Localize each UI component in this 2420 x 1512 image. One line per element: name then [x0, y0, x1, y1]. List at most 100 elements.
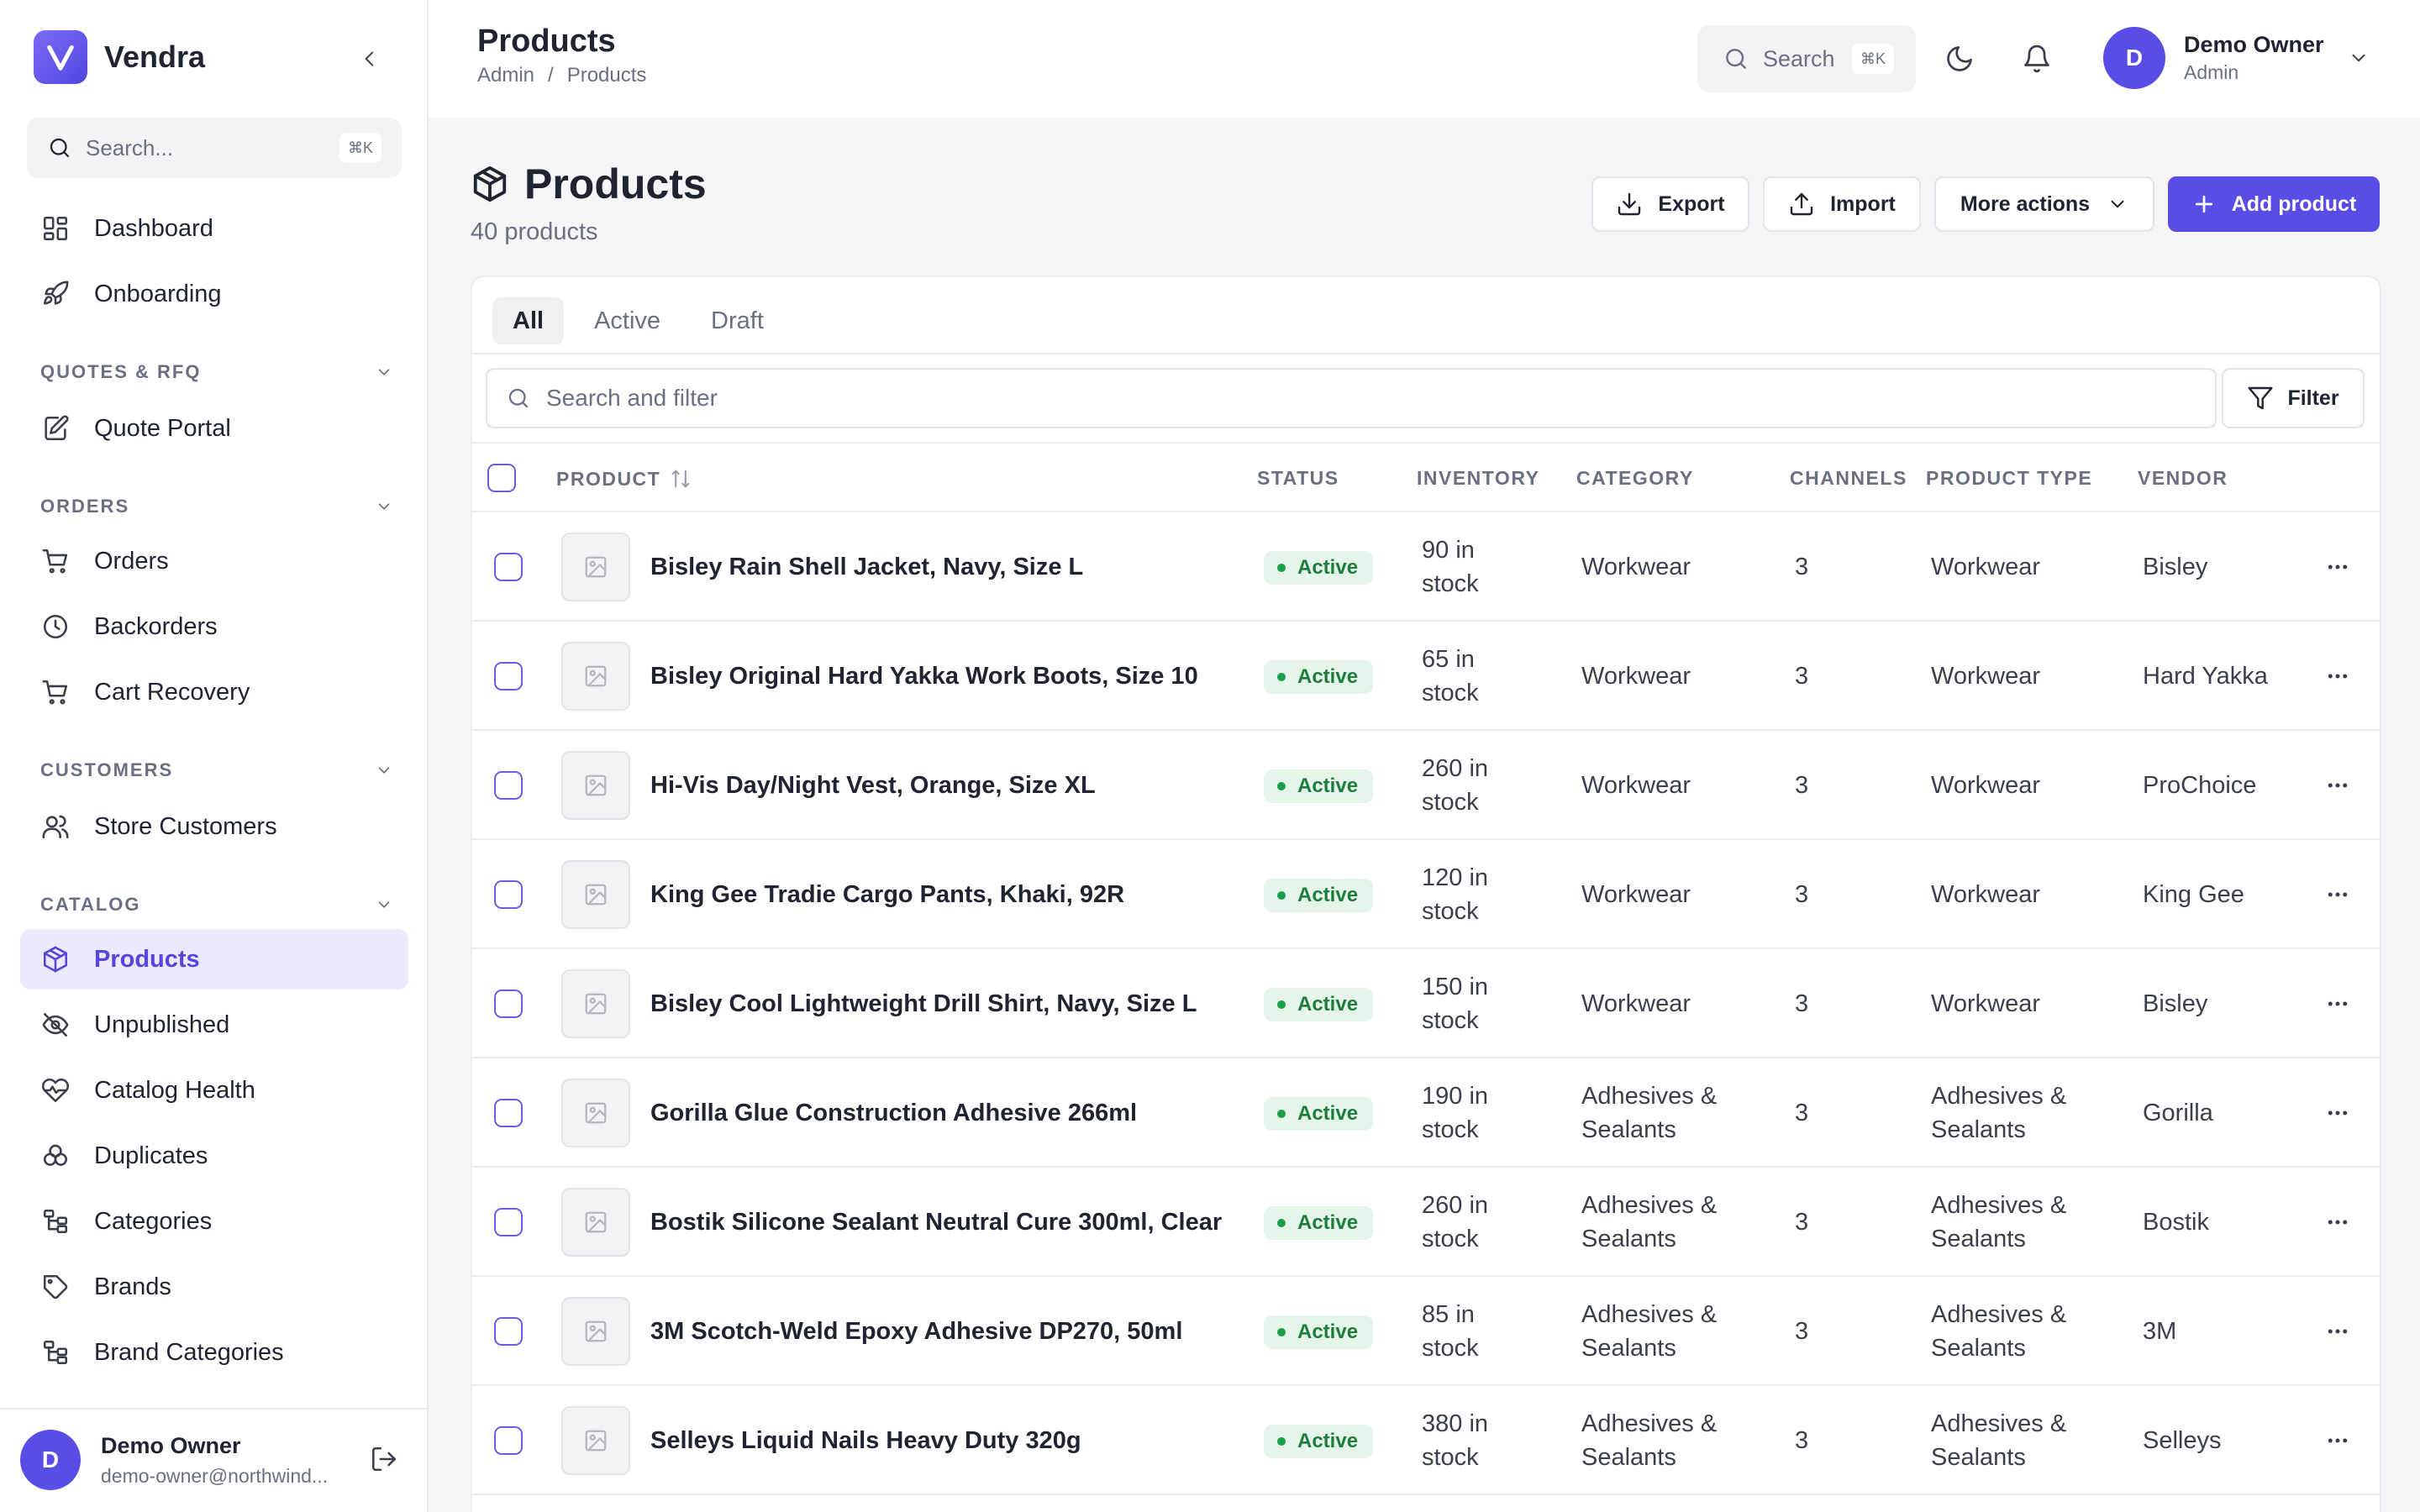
- package-icon: [40, 944, 71, 974]
- tab-draft[interactable]: Draft: [691, 297, 784, 344]
- quote-icon: [40, 413, 71, 444]
- row-checkbox[interactable]: [494, 1426, 523, 1455]
- row-more-actions-icon[interactable]: [2321, 659, 2354, 693]
- row-checkbox[interactable]: [494, 880, 523, 909]
- sidebar-item-store-customers[interactable]: Store Customers: [20, 796, 408, 857]
- sidebar-item-brand-categories[interactable]: Brand Categories: [20, 1322, 408, 1383]
- product-thumbnail: [561, 1406, 630, 1475]
- product-name[interactable]: Selleys Liquid Nails Heavy Duty 320g: [650, 1386, 1081, 1495]
- category-cell: Workwear: [1581, 990, 1691, 1017]
- row-more-actions-icon[interactable]: [2321, 769, 2354, 802]
- table-row[interactable]: Bisley Rain Shell Jacket, Navy, Size L A…: [472, 512, 2380, 622]
- table-row[interactable]: 3M Scotch-Weld Epoxy Adhesive DP270, 50m…: [472, 1277, 2380, 1386]
- sidebar-item-onboarding[interactable]: Onboarding: [20, 264, 408, 324]
- inventory-cell: 85 in stock: [1422, 1301, 1479, 1362]
- sidebar-item-quote-portal[interactable]: Quote Portal: [20, 398, 408, 459]
- sidebar-item-orders[interactable]: Orders: [20, 531, 408, 591]
- product-name[interactable]: 3M Scotch-Weld Epoxy Adhesive DP270, 50m…: [650, 1277, 1182, 1386]
- page-heading: Products 40 products: [471, 160, 707, 246]
- export-button[interactable]: Export: [1591, 176, 1749, 232]
- row-checkbox[interactable]: [494, 1317, 523, 1346]
- status-badge: Active: [1264, 879, 1374, 912]
- status-dot: [1277, 1000, 1286, 1009]
- tab-active[interactable]: Active: [574, 297, 681, 344]
- status-badge: Active: [1264, 1425, 1374, 1458]
- product-name[interactable]: Bisley Original Hard Yakka Work Boots, S…: [650, 622, 1198, 731]
- sidebar-item-categories[interactable]: Categories: [20, 1191, 408, 1252]
- row-checkbox[interactable]: [494, 1099, 523, 1127]
- table-row[interactable]: Bisley Cool Lightweight Drill Shirt, Nav…: [472, 949, 2380, 1058]
- category-cell: Workwear: [1581, 554, 1691, 580]
- import-label: Import: [1830, 192, 1896, 216]
- row-checkbox[interactable]: [494, 662, 523, 690]
- sidebar-item-unpublished[interactable]: Unpublished: [20, 995, 408, 1055]
- section-title: ORDERS: [40, 496, 130, 517]
- status-badge: Active: [1264, 551, 1374, 585]
- row-checkbox[interactable]: [494, 990, 523, 1018]
- plus-icon: [2191, 192, 2217, 217]
- avatar[interactable]: D: [20, 1430, 81, 1490]
- search-icon: [508, 388, 529, 408]
- table-row[interactable]: Hi-Vis Day/Night Vest, Orange, Size XL A…: [472, 731, 2380, 840]
- search-shortcut-badge: ⌘K: [1851, 44, 1894, 74]
- product-thumbnail: [561, 1079, 630, 1147]
- sidebar-item-products[interactable]: Products: [20, 929, 408, 990]
- table-row[interactable]: Gorilla Glue Construction Adhesive 266ml…: [472, 1058, 2380, 1168]
- row-checkbox[interactable]: [494, 1208, 523, 1236]
- sidebar-item-brands[interactable]: Brands: [20, 1257, 408, 1317]
- user-menu[interactable]: D Demo Owner Admin: [2103, 27, 2370, 89]
- select-all-checkbox[interactable]: [487, 464, 516, 492]
- section-catalog-header[interactable]: CATALOG: [40, 894, 393, 916]
- section-orders-header[interactable]: ORDERS: [40, 496, 393, 517]
- section-customers-header[interactable]: CUSTOMERS: [40, 759, 393, 781]
- category-cell: Workwear: [1581, 772, 1691, 799]
- sidebar-item-backorders[interactable]: Backorders: [20, 596, 408, 657]
- sidebar-search-input[interactable]: Search... ⌘K: [27, 118, 402, 178]
- row-more-actions-icon[interactable]: [2321, 878, 2354, 911]
- add-product-button[interactable]: Add product: [2168, 176, 2380, 232]
- product-name[interactable]: Bisley Cool Lightweight Drill Shirt, Nav…: [650, 949, 1197, 1058]
- sidebar-user-footer: D Demo Owner demo-owner@northwind...: [0, 1408, 427, 1512]
- table-row[interactable]: Bostik Silicone Sealant Neutral Cure 300…: [472, 1168, 2380, 1277]
- row-more-actions-icon[interactable]: [2321, 1424, 2354, 1457]
- heart-pulse-icon: [40, 1075, 71, 1105]
- product-name[interactable]: Hi-Vis Day/Night Vest, Orange, Size XL: [650, 731, 1096, 840]
- import-button[interactable]: Import: [1763, 176, 1921, 232]
- search-filter-input[interactable]: Search and filter: [486, 368, 2217, 428]
- download-icon: [1616, 191, 1643, 218]
- product-name[interactable]: Bisley Rain Shell Jacket, Navy, Size L: [650, 512, 1083, 622]
- notifications-bell-icon[interactable]: [2018, 40, 2055, 77]
- breadcrumb-admin[interactable]: Admin: [477, 64, 534, 87]
- section-quotes-header[interactable]: QUOTES & RFQ: [40, 361, 393, 383]
- product-name[interactable]: King Gee Tradie Cargo Pants, Khaki, 92R: [650, 840, 1124, 949]
- column-header-product[interactable]: PRODUCT: [556, 467, 692, 491]
- inventory-cell: 190 in stock: [1422, 1083, 1489, 1143]
- row-checkbox[interactable]: [494, 553, 523, 581]
- row-more-actions-icon[interactable]: [2321, 1315, 2354, 1348]
- product-name[interactable]: Bostik Silicone Sealant Neutral Cure 300…: [650, 1168, 1222, 1277]
- sidebar-item-dashboard[interactable]: Dashboard: [20, 198, 408, 259]
- inventory-cell: 120 in stock: [1422, 864, 1489, 925]
- logout-icon[interactable]: [370, 1445, 398, 1473]
- filter-button[interactable]: Filter: [2222, 368, 2365, 428]
- global-search-button[interactable]: Search ⌘K: [1697, 25, 1916, 92]
- status-dot: [1277, 1328, 1286, 1336]
- table-row[interactable]: Bisley Original Hard Yakka Work Boots, S…: [472, 622, 2380, 731]
- table-row[interactable]: Selleys Liquid Nails Heavy Duty 320g Act…: [472, 1386, 2380, 1495]
- more-actions-button[interactable]: More actions: [1934, 176, 2154, 232]
- collapse-sidebar-icon[interactable]: [353, 42, 387, 76]
- row-more-actions-icon[interactable]: [2321, 1205, 2354, 1239]
- status-dot: [1277, 891, 1286, 900]
- row-checkbox[interactable]: [494, 771, 523, 800]
- brand[interactable]: Vendra: [34, 30, 205, 84]
- row-more-actions-icon[interactable]: [2321, 1096, 2354, 1130]
- product-name[interactable]: Gorilla Glue Construction Adhesive 266ml: [650, 1058, 1137, 1168]
- table-row[interactable]: King Gee Tradie Cargo Pants, Khaki, 92R …: [472, 840, 2380, 949]
- sidebar-item-catalog-health[interactable]: Catalog Health: [20, 1060, 408, 1121]
- sidebar-item-duplicates[interactable]: Duplicates: [20, 1126, 408, 1186]
- dark-mode-toggle-icon[interactable]: [1941, 40, 1978, 77]
- tab-all[interactable]: All: [492, 297, 565, 344]
- row-more-actions-icon[interactable]: [2321, 987, 2354, 1021]
- sidebar-item-cart-recovery[interactable]: Cart Recovery: [20, 662, 408, 722]
- row-more-actions-icon[interactable]: [2321, 550, 2354, 584]
